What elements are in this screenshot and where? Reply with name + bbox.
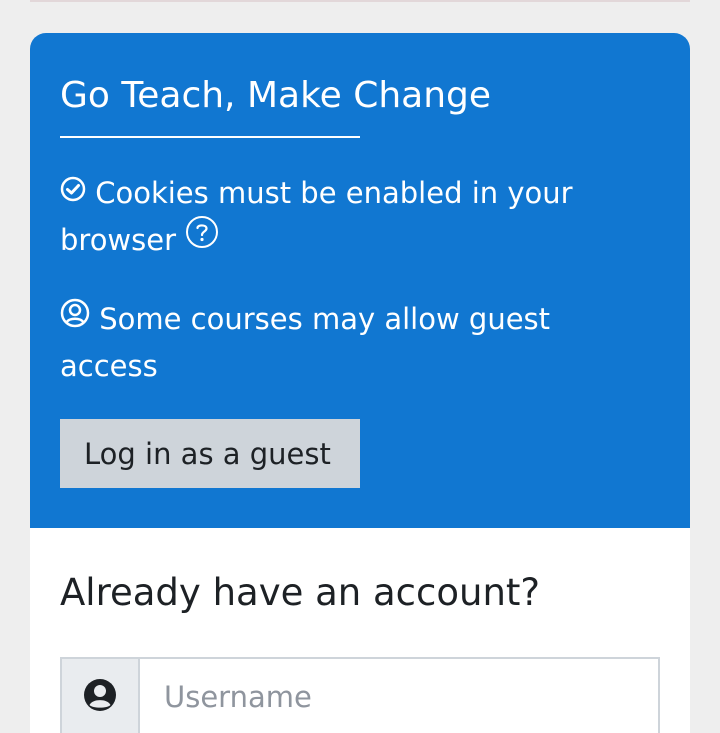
guest-access-text: Some courses may allow guest access <box>60 302 551 383</box>
hero-title: Go Teach, Make Change <box>60 75 492 116</box>
user-icon <box>83 678 117 716</box>
username-field-group <box>60 657 660 733</box>
question-circle-icon[interactable] <box>185 215 219 262</box>
check-circle-icon <box>60 170 86 215</box>
hero-panel: Go Teach, Make Change Cookies must be en… <box>30 33 690 528</box>
top-divider <box>30 0 690 2</box>
username-input[interactable] <box>140 657 660 733</box>
guest-access-notice: Some courses may allow guest access <box>60 297 640 389</box>
username-addon <box>60 657 140 733</box>
login-card: Go Teach, Make Change Cookies must be en… <box>30 33 690 733</box>
cookies-notice: Cookies must be enabled in your browser <box>60 171 640 265</box>
cookies-notice-text: Cookies must be enabled in your browser <box>60 176 573 257</box>
user-circle-icon <box>60 296 90 341</box>
login-as-guest-button[interactable]: Log in as a guest <box>60 419 360 488</box>
login-heading: Already have an account? <box>60 571 541 614</box>
title-underline <box>60 136 360 138</box>
